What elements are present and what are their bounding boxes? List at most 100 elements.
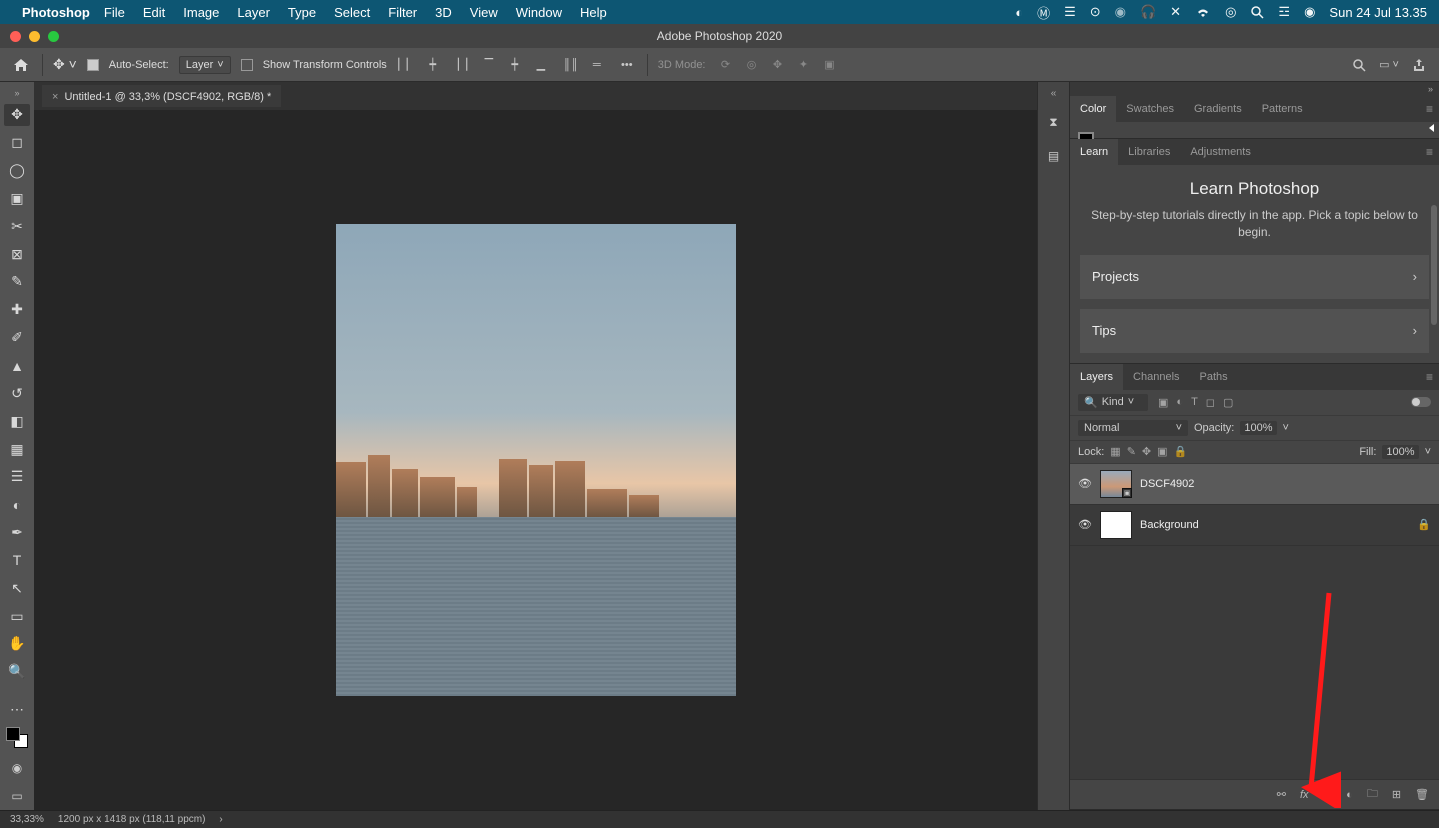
- tab-patterns[interactable]: Patterns: [1252, 96, 1313, 122]
- tab-adjustments[interactable]: Adjustments: [1180, 139, 1261, 165]
- layers-panel-menu-icon[interactable]: ≡: [1426, 370, 1433, 384]
- marquee-tool[interactable]: ◻: [4, 132, 30, 154]
- align-vertical-centers-icon[interactable]: ┿: [505, 55, 525, 75]
- layer-effects-icon[interactable]: fx: [1300, 789, 1309, 801]
- edit-toolbar-icon[interactable]: ⋯: [4, 699, 30, 721]
- menu-window[interactable]: Window: [516, 5, 562, 20]
- lock-all-icon[interactable]: 🔒: [1174, 445, 1188, 458]
- menu-view[interactable]: View: [470, 5, 498, 20]
- properties-panel-icon[interactable]: ▤: [1043, 145, 1065, 167]
- window-close-button[interactable]: [10, 31, 21, 42]
- filter-smart-icon[interactable]: ▢: [1223, 396, 1233, 409]
- zoom-tool[interactable]: 🔍: [4, 661, 30, 683]
- document-canvas[interactable]: [336, 224, 736, 696]
- menu-edit[interactable]: Edit: [143, 5, 165, 20]
- tab-libraries[interactable]: Libraries: [1118, 139, 1180, 165]
- layer-filter-toggle[interactable]: [1411, 397, 1431, 407]
- tab-learn[interactable]: Learn: [1070, 139, 1118, 165]
- layer-item[interactable]: 👁 ▣ DSCF4902: [1070, 464, 1439, 505]
- quick-mask-icon[interactable]: ◉: [6, 760, 28, 776]
- lasso-tool[interactable]: ◯: [4, 160, 30, 182]
- history-brush-tool[interactable]: ↺: [4, 382, 30, 404]
- share-icon[interactable]: [1409, 55, 1429, 75]
- document-tab[interactable]: × Untitled-1 @ 33,3% (DSCF4902, RGB/8) *: [42, 85, 281, 107]
- fill-input[interactable]: 100%: [1382, 445, 1418, 459]
- status-info-chevron-icon[interactable]: ›: [219, 814, 222, 825]
- status-spotlight-icon[interactable]: [1250, 5, 1264, 19]
- new-layer-icon[interactable]: ⊞: [1392, 788, 1401, 801]
- auto-select-target-dropdown[interactable]: Layer˅: [179, 56, 231, 74]
- filter-pixel-icon[interactable]: ▣: [1158, 396, 1168, 409]
- status-stacks-icon[interactable]: ☰: [1064, 4, 1076, 20]
- new-adjustment-layer-icon[interactable]: ◐: [1346, 789, 1353, 801]
- menu-layer[interactable]: Layer: [237, 5, 270, 20]
- menu-3d[interactable]: 3D: [435, 5, 452, 20]
- status-headphones-icon[interactable]: 🎧: [1140, 4, 1156, 20]
- lock-position-icon[interactable]: ✥: [1142, 445, 1151, 458]
- eraser-tool[interactable]: ◧: [4, 410, 30, 432]
- align-bottom-edges-icon[interactable]: ▁: [531, 55, 551, 75]
- blur-tool[interactable]: ☰: [4, 466, 30, 488]
- filter-shape-icon[interactable]: ◻: [1206, 396, 1215, 409]
- canvas-viewport[interactable]: [34, 110, 1037, 810]
- lock-artboard-icon[interactable]: ▣: [1157, 445, 1167, 458]
- screen-mode-icon[interactable]: ▭: [6, 788, 28, 804]
- type-tool[interactable]: T: [4, 550, 30, 572]
- layer-item[interactable]: 👁 Background 🔒: [1070, 505, 1439, 546]
- menubar-clock[interactable]: Sun 24 Jul 13.35: [1329, 5, 1427, 20]
- search-icon[interactable]: [1349, 55, 1369, 75]
- clone-stamp-tool[interactable]: ▲: [4, 355, 30, 377]
- history-panel-icon[interactable]: ⧗: [1043, 111, 1065, 133]
- opacity-input[interactable]: 100%: [1240, 421, 1276, 435]
- status-shield-icon[interactable]: ◐: [1015, 5, 1023, 20]
- status-siri-icon[interactable]: ◉: [1304, 4, 1315, 20]
- frame-tool[interactable]: ⊠: [4, 243, 30, 265]
- window-zoom-button[interactable]: [48, 31, 59, 42]
- path-select-tool[interactable]: ↖: [4, 577, 30, 599]
- blend-mode-dropdown[interactable]: Normal ˅: [1078, 420, 1188, 436]
- layer-visibility-icon[interactable]: 👁: [1078, 477, 1092, 490]
- layer-locked-icon[interactable]: 🔒: [1417, 518, 1431, 531]
- menu-file[interactable]: File: [104, 5, 125, 20]
- align-top-edges-icon[interactable]: ▔: [479, 55, 499, 75]
- dodge-tool[interactable]: ◐: [4, 494, 30, 516]
- show-transform-checkbox[interactable]: [241, 59, 253, 71]
- learn-item-tips[interactable]: Tips›: [1080, 309, 1429, 353]
- status-discord-icon[interactable]: ◉: [1115, 4, 1126, 20]
- healing-brush-tool[interactable]: ✚: [4, 299, 30, 321]
- filter-adjustment-icon[interactable]: ◐: [1176, 396, 1183, 409]
- workspace-switcher-icon[interactable]: ▭ ˅: [1379, 55, 1399, 75]
- pen-tool[interactable]: ✒: [4, 522, 30, 544]
- layer-thumbnail[interactable]: ▣: [1100, 470, 1132, 498]
- align-horizontal-centers-icon[interactable]: ┿: [423, 55, 443, 75]
- app-menu[interactable]: Photoshop: [22, 5, 90, 20]
- layer-name[interactable]: Background: [1140, 519, 1199, 531]
- lock-transparency-icon[interactable]: ▦: [1110, 445, 1120, 458]
- tab-layers[interactable]: Layers: [1070, 364, 1123, 390]
- align-right-edges-icon[interactable]: ▕▕: [449, 55, 469, 75]
- status-zoom[interactable]: 33,33%: [10, 814, 44, 825]
- expand-dock-icon[interactable]: «: [1051, 88, 1057, 99]
- auto-select-checkbox[interactable]: [87, 59, 99, 71]
- menu-image[interactable]: Image: [183, 5, 219, 20]
- learn-item-projects[interactable]: Projects›: [1080, 255, 1429, 299]
- more-align-icon[interactable]: •••: [617, 55, 637, 75]
- gradient-tool[interactable]: ▦: [4, 438, 30, 460]
- tab-channels[interactable]: Channels: [1123, 364, 1189, 390]
- lock-image-icon[interactable]: ✎: [1127, 445, 1136, 458]
- filter-type-icon[interactable]: T: [1191, 396, 1198, 409]
- status-wifi-icon[interactable]: [1195, 6, 1211, 18]
- status-control-center-icon[interactable]: ☲: [1278, 4, 1290, 20]
- layer-name[interactable]: DSCF4902: [1140, 478, 1194, 490]
- hand-tool[interactable]: ✋: [4, 633, 30, 655]
- menu-help[interactable]: Help: [580, 5, 607, 20]
- learn-scrollbar[interactable]: [1431, 205, 1437, 325]
- menu-filter[interactable]: Filter: [388, 5, 417, 20]
- layer-filter-kind-dropdown[interactable]: 🔍 Kind ˅: [1078, 394, 1148, 411]
- menu-select[interactable]: Select: [334, 5, 370, 20]
- color-panel-menu-icon[interactable]: ≡: [1426, 102, 1433, 116]
- move-tool[interactable]: ✥: [4, 104, 30, 126]
- home-button[interactable]: [10, 54, 32, 76]
- align-left-edges-icon[interactable]: ▏▏: [397, 55, 417, 75]
- status-play-icon[interactable]: ⊙: [1090, 4, 1101, 20]
